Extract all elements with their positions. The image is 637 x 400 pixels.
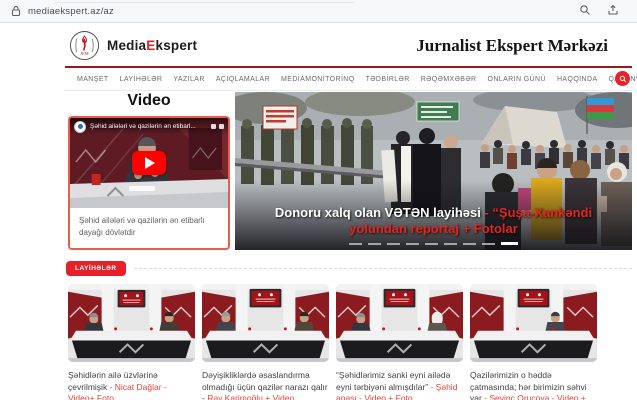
video-overlay-title[interactable]: Şəhid ailələri və qazilərin ən etibarl..… [90,123,196,130]
card-title[interactable]: “Şəhidlərimiz sanki eyni ailədə eyni tər… [336,370,463,400]
url-text[interactable]: mediaekspert.az/az [28,6,114,17]
site-title: Jurnalist Ekspert Mərkəzi [416,36,608,56]
card-thumbnail[interactable] [68,284,195,362]
watch-later-share-icons[interactable] [211,124,224,129]
play-triangle-icon [145,157,155,169]
hero-headline-white: Donoru xalq olan VƏTƏN layihəsi [275,205,481,220]
card-title[interactable]: Dəyişikliklərdə əsaslandırma olmadığı üç… [202,370,329,400]
nav-item-mediamonitorinq[interactable]: MEDİAMONİTORİNQ [281,76,355,83]
hero-carousel[interactable]: Donoru xalq olan VƏTƏN layihəsi - “Şuşa-… [235,92,632,250]
studio-thumb-scene [470,284,597,362]
hero-headline[interactable]: Donoru xalq olan VƏTƏN layihəsi - “Şuşa-… [235,205,632,237]
projects-card-list: Şəhidlərin ailə üzvlərinə çevrilmişik - … [68,284,605,400]
channel-avatar[interactable] [74,121,86,133]
youtube-title-bar: Şəhid ailələri və qazilərin ən etibarl..… [70,118,228,135]
project-card[interactable]: Dəyişikliklərdə əsaslandırma olmadığı üç… [202,284,329,400]
project-card[interactable]: “Şəhidlərimiz sanki eyni ailədə eyni tər… [336,284,463,400]
video-card: Şəhid ailələri və qazilərin ən etibarl..… [68,116,230,250]
card-title[interactable]: Şəhidlərin ailə üzvlərinə çevrilmişik - … [68,370,195,400]
video-heading: Video [66,92,232,110]
video-caption[interactable]: Şəhid ailələri və qazilərin ən etibarlı … [70,208,228,248]
logo-small-text: JEM [80,51,88,56]
card-link: - Sevinc Orucova - Video + Foto [470,393,586,400]
studio-thumb-scene [202,284,329,362]
search-icon[interactable] [579,4,591,16]
nav-item-tedbirler[interactable]: TƏDBİRLƏR [366,76,410,83]
main-navigation: MANŞET LAYİHƏLƏR YAZILAR AÇIQLAMALAR MED… [65,66,632,91]
projects-section-header: LAYİHƏLƏR [66,261,632,276]
play-button[interactable] [132,151,166,175]
nav-item-aciqlamalar[interactable]: AÇIQLAMALAR [216,76,270,83]
carousel-dash[interactable] [349,243,362,245]
magnifier-icon [619,75,627,83]
card-thumbnail[interactable] [336,284,463,362]
address-bar[interactable]: mediaekspert.az/az [10,5,114,17]
section-divider [134,268,632,269]
carousel-dash[interactable] [368,243,381,245]
studio-thumb-scene [336,284,463,362]
carousel-indicators [235,242,632,245]
card-thumbnail[interactable] [202,284,329,362]
project-card[interactable]: Qazilərimizin o həddə çatmasında; hər bi… [470,284,597,400]
nav-item-onlarin-gunu[interactable]: ONLARIN GÜNÜ [487,76,545,83]
browser-window: mediaekspert.az/az JEM MediaEkspert Jurn… [0,0,637,400]
card-title[interactable]: Qazilərimizin o həddə çatmasında; hər bi… [470,370,597,400]
share-icon[interactable] [607,4,619,16]
card-link: Rəy Karimoğlu + Video [207,393,294,400]
card-thumbnail[interactable] [470,284,597,362]
nav-item-yazilar[interactable]: YAZILAR [173,76,204,83]
video-column: Video [66,92,232,250]
carousel-dash[interactable] [444,243,457,245]
lock-icon [10,5,22,17]
site-logo[interactable]: JEM MediaEkspert [69,30,197,61]
studio-thumb-scene [68,284,195,362]
nav-item-layiheler[interactable]: LAYİHƏLƏR [120,76,163,83]
carousel-dash[interactable] [406,243,419,245]
carousel-dash[interactable] [482,243,495,245]
brand-name: MediaEkspert [107,38,197,53]
video-player[interactable]: Şəhid ailələri və qazilərin ən etibarl..… [70,118,228,208]
nav-item-reqemxeber[interactable]: RƏQƏMXƏBƏR [421,76,477,83]
nav-search-button[interactable] [615,71,630,86]
projects-badge[interactable]: LAYİHƏLƏR [66,261,126,276]
nav-item-haqqinda[interactable]: HAQQINDA [557,76,598,83]
nav-item-manset[interactable]: MANŞET [77,76,109,83]
carousel-dash[interactable] [463,243,476,245]
carousel-dash-active[interactable] [501,242,518,245]
browser-chrome: mediaekspert.az/az [0,0,637,23]
carousel-dash[interactable] [425,243,438,245]
jem-logo-icon: JEM [69,30,100,61]
site-header: JEM MediaEkspert Jurnalist Ekspert Mərkə… [65,30,632,64]
carousel-dash[interactable] [387,243,400,245]
project-card[interactable]: Şəhidlərin ailə üzvlərinə çevrilmişik - … [68,284,195,400]
tab-edge [55,2,355,3]
